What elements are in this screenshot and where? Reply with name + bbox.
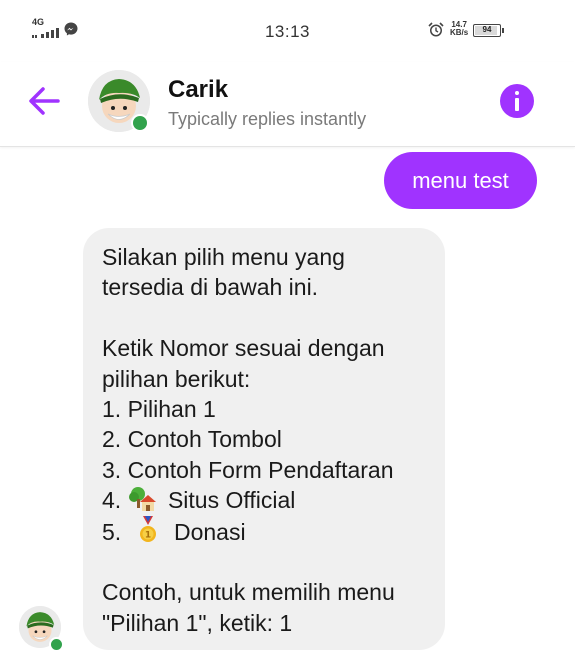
chat-subtitle: Typically replies instantly [168, 109, 367, 129]
message-line: 1. Pilihan 1 [102, 396, 216, 423]
network-speed: 14.7 KB/s [450, 21, 468, 37]
message-line: 2. Contoh Tombol [102, 426, 282, 453]
message-line: 3. Contoh Form Pendaftaran [102, 456, 394, 483]
medal-icon: 1 [139, 515, 156, 542]
battery-icon: 94 [473, 24, 501, 37]
option-label: Donasi [173, 518, 246, 545]
online-status-dot [49, 637, 64, 652]
speed-unit: KB/s [450, 28, 469, 37]
message-line: tersedia di bawah ini. [102, 274, 319, 301]
message-line: Ketik Nomor sesuai dengan [102, 335, 385, 362]
house-with-tree-icon [128, 487, 156, 512]
option-number: 5. [102, 518, 122, 545]
battery-tip [502, 28, 504, 33]
menu-option-5: 5. 1 Donasi [102, 515, 427, 547]
message-line: Silakan pilih menu yang [102, 244, 345, 270]
online-status-dot [131, 114, 149, 132]
info-icon[interactable] [500, 84, 534, 118]
sent-message-bubble[interactable]: menu test [384, 152, 537, 209]
received-message-bubble[interactable]: Silakan pilih menu yang tersedia di bawa… [83, 228, 445, 650]
svg-text:1: 1 [144, 530, 150, 540]
back-arrow-icon[interactable] [28, 86, 60, 116]
info-icon-bar [515, 98, 519, 111]
info-icon-dot [515, 91, 519, 95]
message-line: Contoh, untuk memilih menu [102, 579, 395, 606]
status-bar: 4G 13:13 14.7 KB/s 94 [0, 0, 575, 62]
option-label: Situs Official [167, 487, 296, 514]
option-number: 4. [102, 487, 122, 514]
message-line: "Pilihan 1", ketik: 1 [102, 609, 293, 636]
chat-header: Carik Typically replies instantly [0, 62, 575, 147]
battery-level: 94 [482, 25, 492, 34]
message-line: pilihan berikut: [102, 365, 251, 392]
menu-option-4: 4. Situs Official [102, 485, 427, 515]
alarm-icon [428, 22, 444, 37]
chat-title[interactable]: Carik [168, 76, 228, 104]
